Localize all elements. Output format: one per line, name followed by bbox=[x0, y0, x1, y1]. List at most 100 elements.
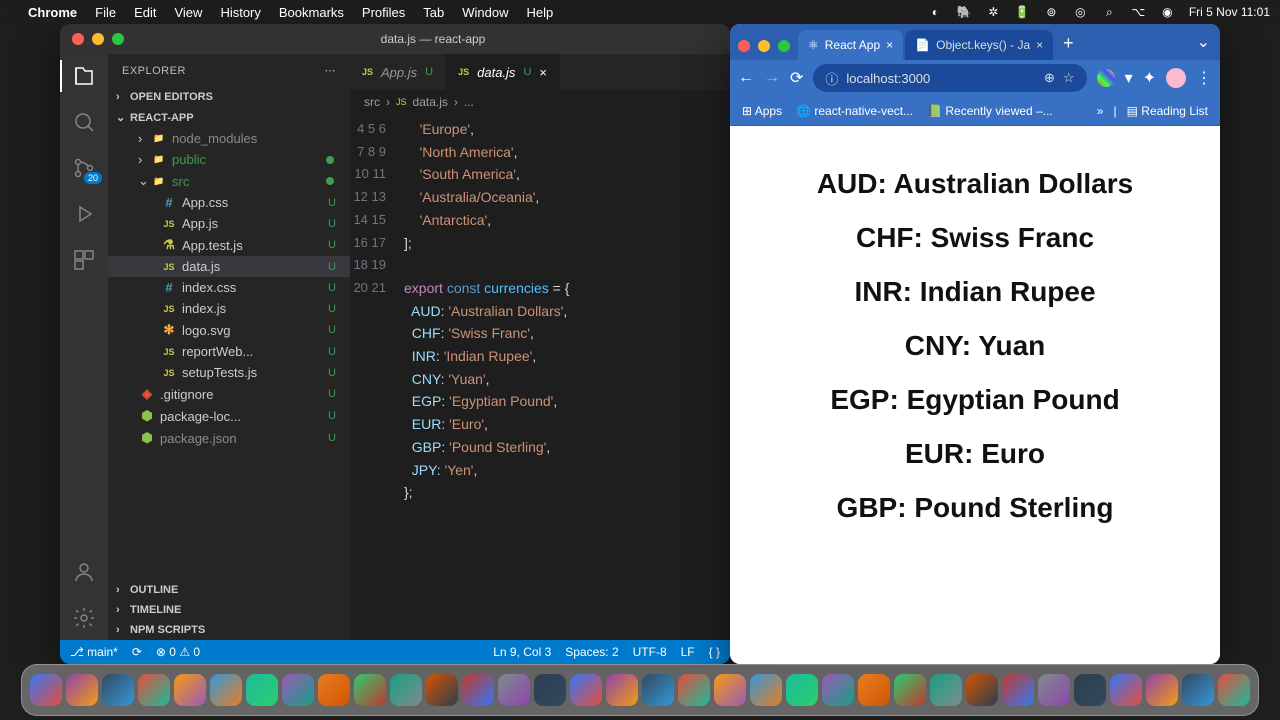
dock-app[interactable] bbox=[66, 674, 98, 706]
file-App.css[interactable]: #App.cssU bbox=[108, 192, 350, 213]
timeline-section[interactable]: ›TIMELINE bbox=[108, 600, 350, 620]
dock-app[interactable] bbox=[1218, 674, 1250, 706]
dock-app[interactable] bbox=[426, 674, 458, 706]
zoom-icon[interactable] bbox=[778, 40, 790, 52]
status-icon[interactable]: ◐ bbox=[928, 5, 943, 20]
cursor-pos[interactable]: Ln 9, Col 3 bbox=[493, 645, 551, 659]
sync-icon[interactable]: ⟳ bbox=[132, 645, 142, 659]
debug-icon[interactable] bbox=[72, 202, 96, 226]
dock-app[interactable] bbox=[210, 674, 242, 706]
site-info-icon[interactable]: ⓘ bbox=[825, 69, 838, 88]
dock-app[interactable] bbox=[822, 674, 854, 706]
reading-list[interactable]: ▤ Reading List bbox=[1127, 104, 1208, 118]
dock-app[interactable] bbox=[354, 674, 386, 706]
dock-app[interactable] bbox=[1038, 674, 1070, 706]
dock-app[interactable] bbox=[1146, 674, 1178, 706]
minimize-icon[interactable] bbox=[92, 33, 104, 45]
problems[interactable]: ⊗ 0 ⚠ 0 bbox=[156, 645, 200, 659]
file-package-loc...[interactable]: ⬢package-loc...U bbox=[108, 405, 350, 427]
bookmark-item[interactable]: 📗 Recently viewed –... bbox=[927, 104, 1053, 118]
gear-icon[interactable] bbox=[72, 606, 96, 630]
dock-app[interactable] bbox=[174, 674, 206, 706]
browser-tab[interactable]: ⚛React App× bbox=[798, 30, 903, 60]
dock-app[interactable] bbox=[750, 674, 782, 706]
file-index.js[interactable]: JSindex.jsU bbox=[108, 298, 350, 319]
file-.gitignore[interactable]: ◈.gitignoreU bbox=[108, 383, 350, 405]
dock-app[interactable] bbox=[462, 674, 494, 706]
dock-app[interactable] bbox=[1110, 674, 1142, 706]
outline-section[interactable]: ›OUTLINE bbox=[108, 580, 350, 600]
zoom-icon[interactable] bbox=[112, 33, 124, 45]
apps-icon[interactable]: ⊞ Apps bbox=[742, 104, 782, 118]
clock[interactable]: Fri 5 Nov 11:01 bbox=[1189, 5, 1270, 19]
explorer-icon[interactable] bbox=[72, 64, 96, 88]
status-icon[interactable]: ◎ bbox=[1073, 5, 1088, 20]
star-icon[interactable]: ☆ bbox=[1063, 70, 1075, 86]
search-icon[interactable] bbox=[72, 110, 96, 134]
dock-app[interactable] bbox=[390, 674, 422, 706]
indent[interactable]: Spaces: 2 bbox=[565, 645, 618, 659]
chevron-down-icon[interactable]: ⌄ bbox=[1187, 32, 1220, 60]
app-name[interactable]: Chrome bbox=[28, 5, 77, 20]
file-package.json[interactable]: ⬢package.jsonU bbox=[108, 427, 350, 449]
dock-app[interactable] bbox=[930, 674, 962, 706]
dock-app[interactable] bbox=[138, 674, 170, 706]
ext-icon[interactable] bbox=[1097, 69, 1115, 87]
battery-icon[interactable]: 🔋 bbox=[1015, 5, 1030, 20]
dock-app[interactable] bbox=[678, 674, 710, 706]
search-icon[interactable]: ⌕ bbox=[1102, 5, 1117, 20]
tab-App.js[interactable]: JSApp.jsU bbox=[350, 54, 446, 90]
dock-app[interactable] bbox=[1074, 674, 1106, 706]
extensions-icon[interactable] bbox=[72, 248, 96, 272]
close-icon[interactable] bbox=[738, 40, 750, 52]
status-icon[interactable]: ✲ bbox=[986, 5, 1001, 20]
open-editors-section[interactable]: ›OPEN EDITORS bbox=[108, 87, 350, 107]
dock-app[interactable] bbox=[606, 674, 638, 706]
menu-bookmarks[interactable]: Bookmarks bbox=[279, 5, 344, 20]
reload-icon[interactable]: ⟳ bbox=[790, 68, 803, 88]
menu-history[interactable]: History bbox=[220, 5, 260, 20]
dock-app[interactable] bbox=[102, 674, 134, 706]
dock-app[interactable] bbox=[30, 674, 62, 706]
back-icon[interactable]: ← bbox=[738, 69, 754, 87]
bookmark-item[interactable]: 🌐 react-native-vect... bbox=[796, 104, 913, 118]
file-src[interactable]: ⌄📁src bbox=[108, 170, 350, 192]
dock-app[interactable] bbox=[714, 674, 746, 706]
dock-app[interactable] bbox=[1182, 674, 1214, 706]
code-area[interactable]: 4 5 6 7 8 9 10 11 12 13 14 15 16 17 18 1… bbox=[350, 114, 730, 640]
project-section[interactable]: ⌄REACT-APP bbox=[108, 107, 350, 128]
dock-app[interactable] bbox=[894, 674, 926, 706]
zoom-icon[interactable]: ⊕ bbox=[1044, 70, 1055, 86]
new-tab-button[interactable]: + bbox=[1053, 33, 1084, 60]
file-App.js[interactable]: JSApp.jsU bbox=[108, 213, 350, 234]
dock-app[interactable] bbox=[642, 674, 674, 706]
status-icon[interactable]: 🐘 bbox=[957, 5, 972, 20]
dock-app[interactable] bbox=[282, 674, 314, 706]
dock-app[interactable] bbox=[786, 674, 818, 706]
file-setupTests.js[interactable]: JSsetupTests.jsU bbox=[108, 362, 350, 383]
file-logo.svg[interactable]: ✻logo.svgU bbox=[108, 319, 350, 341]
more-icon[interactable]: ⋯ bbox=[325, 64, 337, 77]
menu-view[interactable]: View bbox=[174, 5, 202, 20]
address-bar[interactable]: ⓘ localhost:3000 ⊕ ☆ bbox=[813, 64, 1086, 92]
menu-window[interactable]: Window bbox=[462, 5, 508, 20]
eol[interactable]: LF bbox=[681, 645, 695, 659]
overflow-icon[interactable]: » bbox=[1097, 104, 1104, 118]
close-icon[interactable] bbox=[72, 33, 84, 45]
menu-icon[interactable]: ⋮ bbox=[1196, 68, 1212, 88]
extensions-icon[interactable]: ✦ bbox=[1143, 68, 1156, 88]
menu-tab[interactable]: Tab bbox=[423, 5, 444, 20]
npm-section[interactable]: ›NPM SCRIPTS bbox=[108, 620, 350, 640]
dock-app[interactable] bbox=[1002, 674, 1034, 706]
dock-app[interactable] bbox=[498, 674, 530, 706]
minimize-icon[interactable] bbox=[758, 40, 770, 52]
siri-icon[interactable]: ◉ bbox=[1160, 5, 1175, 20]
dock-app[interactable] bbox=[858, 674, 890, 706]
forward-icon[interactable]: → bbox=[764, 69, 780, 87]
tab-data.js[interactable]: JSdata.jsU× bbox=[446, 54, 560, 90]
file-index.css[interactable]: #index.cssU bbox=[108, 277, 350, 298]
menu-file[interactable]: File bbox=[95, 5, 116, 20]
git-branch[interactable]: ⎇ main* bbox=[70, 645, 118, 659]
account-icon[interactable] bbox=[72, 560, 96, 584]
breadcrumb[interactable]: src › JS data.js › ... bbox=[350, 90, 730, 114]
